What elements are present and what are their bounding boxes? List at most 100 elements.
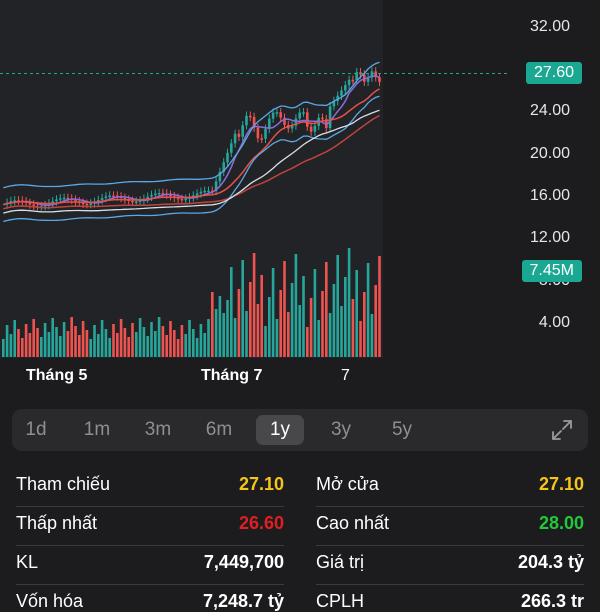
volume-bar <box>192 329 195 357</box>
divider <box>16 584 284 585</box>
volume-bar <box>199 324 203 357</box>
candle-body <box>302 112 305 114</box>
volume-bar <box>9 334 13 357</box>
candle-body <box>233 133 237 144</box>
range-3y-button[interactable]: 3y <box>317 415 365 445</box>
candle-body <box>85 203 89 206</box>
volume-bar <box>363 292 366 357</box>
range-5y-button[interactable]: 5y <box>378 415 426 445</box>
volume-bar <box>17 329 20 357</box>
volume-bar <box>32 319 35 357</box>
volume-bar <box>55 327 58 357</box>
volume-bar <box>13 320 16 357</box>
stat-value-low: 26.60 <box>238 513 284 533</box>
volume-bar <box>180 325 184 357</box>
volume-bar <box>169 321 172 357</box>
volume-bar <box>150 322 153 357</box>
volume-bar <box>74 326 77 357</box>
volume-bar <box>135 332 138 357</box>
stat-value-reference: 27.10 <box>238 474 284 494</box>
range-3m-button[interactable]: 3m <box>134 415 182 445</box>
volume-bar <box>195 338 199 357</box>
volume-bar <box>138 318 142 357</box>
volume-bar <box>256 304 260 357</box>
candle-body <box>313 125 317 132</box>
volume-bar <box>226 300 229 357</box>
y-axis-label: 16.00 <box>529 187 570 204</box>
candle-body <box>237 133 241 137</box>
volume-bar <box>344 277 347 357</box>
volume-bar <box>233 318 237 357</box>
candle-body <box>226 152 229 163</box>
volume-bar <box>325 262 328 357</box>
candle-body <box>340 90 343 96</box>
volume-bar <box>321 291 324 357</box>
volume-bar <box>146 336 149 357</box>
volume-bar <box>188 320 191 357</box>
range-1m-button[interactable]: 1m <box>73 415 121 445</box>
candle-body <box>28 202 32 205</box>
range-1d-button[interactable]: 1d <box>12 415 60 445</box>
volume-bar <box>154 331 157 357</box>
volume-bar <box>287 312 290 357</box>
stat-label-market-cap: Vốn hóa <box>16 591 84 611</box>
candle-body <box>275 112 279 114</box>
candle-body <box>298 112 301 119</box>
volume-bar <box>5 325 9 357</box>
volume-bar <box>317 320 320 357</box>
x-axis-label-july: Tháng 7 <box>201 367 263 384</box>
candle-body <box>195 193 199 196</box>
candle-body <box>154 193 157 196</box>
volume-bar <box>161 326 165 357</box>
stat-label-low: Thấp nhất <box>16 513 98 533</box>
candle-body <box>306 112 309 127</box>
volume-bar <box>275 319 279 357</box>
volume-bar <box>59 336 62 357</box>
y-axis-label: 12.00 <box>529 229 570 246</box>
candle-body <box>150 194 153 197</box>
divider <box>316 506 584 507</box>
stat-label-shares: CPLH <box>316 591 365 611</box>
volume-bar <box>85 330 89 357</box>
volume-bar <box>51 318 54 357</box>
volume-bar <box>70 317 73 357</box>
candle-body <box>351 79 355 82</box>
volume-bar <box>211 292 214 357</box>
volume-bar <box>214 309 218 357</box>
volume-bar <box>222 313 225 357</box>
candle-body <box>378 77 381 82</box>
volume-bar <box>366 263 370 357</box>
candle-body <box>184 198 187 201</box>
y-axis-label: 20.00 <box>529 145 570 162</box>
range-1y-button[interactable]: 1y <box>256 415 304 445</box>
volume-bar <box>302 276 305 357</box>
candle-body <box>328 106 332 129</box>
x-axis-label-may: Tháng 5 <box>26 367 88 384</box>
candle-body <box>104 196 108 199</box>
stat-value-open: 27.10 <box>538 474 584 494</box>
candle-body <box>62 197 66 200</box>
volume-bar <box>97 334 100 357</box>
volume-bar <box>142 327 146 357</box>
volume-bar <box>157 317 161 357</box>
candle-body <box>112 195 115 198</box>
volume-bar <box>131 323 134 357</box>
range-6m-button[interactable]: 6m <box>195 415 243 445</box>
candle-body <box>180 198 184 201</box>
stat-value-value: 204.3 tỷ <box>517 552 584 572</box>
divider <box>316 545 584 546</box>
expand-icon[interactable] <box>550 418 574 442</box>
price-chart[interactable]: 32.00 24.00 20.00 16.00 12.00 8.00 4.00 … <box>0 0 600 400</box>
candle-body <box>207 190 210 193</box>
volume-bar <box>112 324 115 357</box>
volume-bar <box>173 330 176 357</box>
stat-label-high: Cao nhất <box>316 513 390 533</box>
candle-body <box>230 143 233 153</box>
volume-bar <box>40 337 43 357</box>
candle-body <box>32 204 35 207</box>
volume-bar <box>165 335 168 357</box>
volume-bar <box>36 328 39 357</box>
candle-body <box>199 191 203 194</box>
volume-bar <box>347 248 351 357</box>
volume-bar <box>374 285 377 357</box>
